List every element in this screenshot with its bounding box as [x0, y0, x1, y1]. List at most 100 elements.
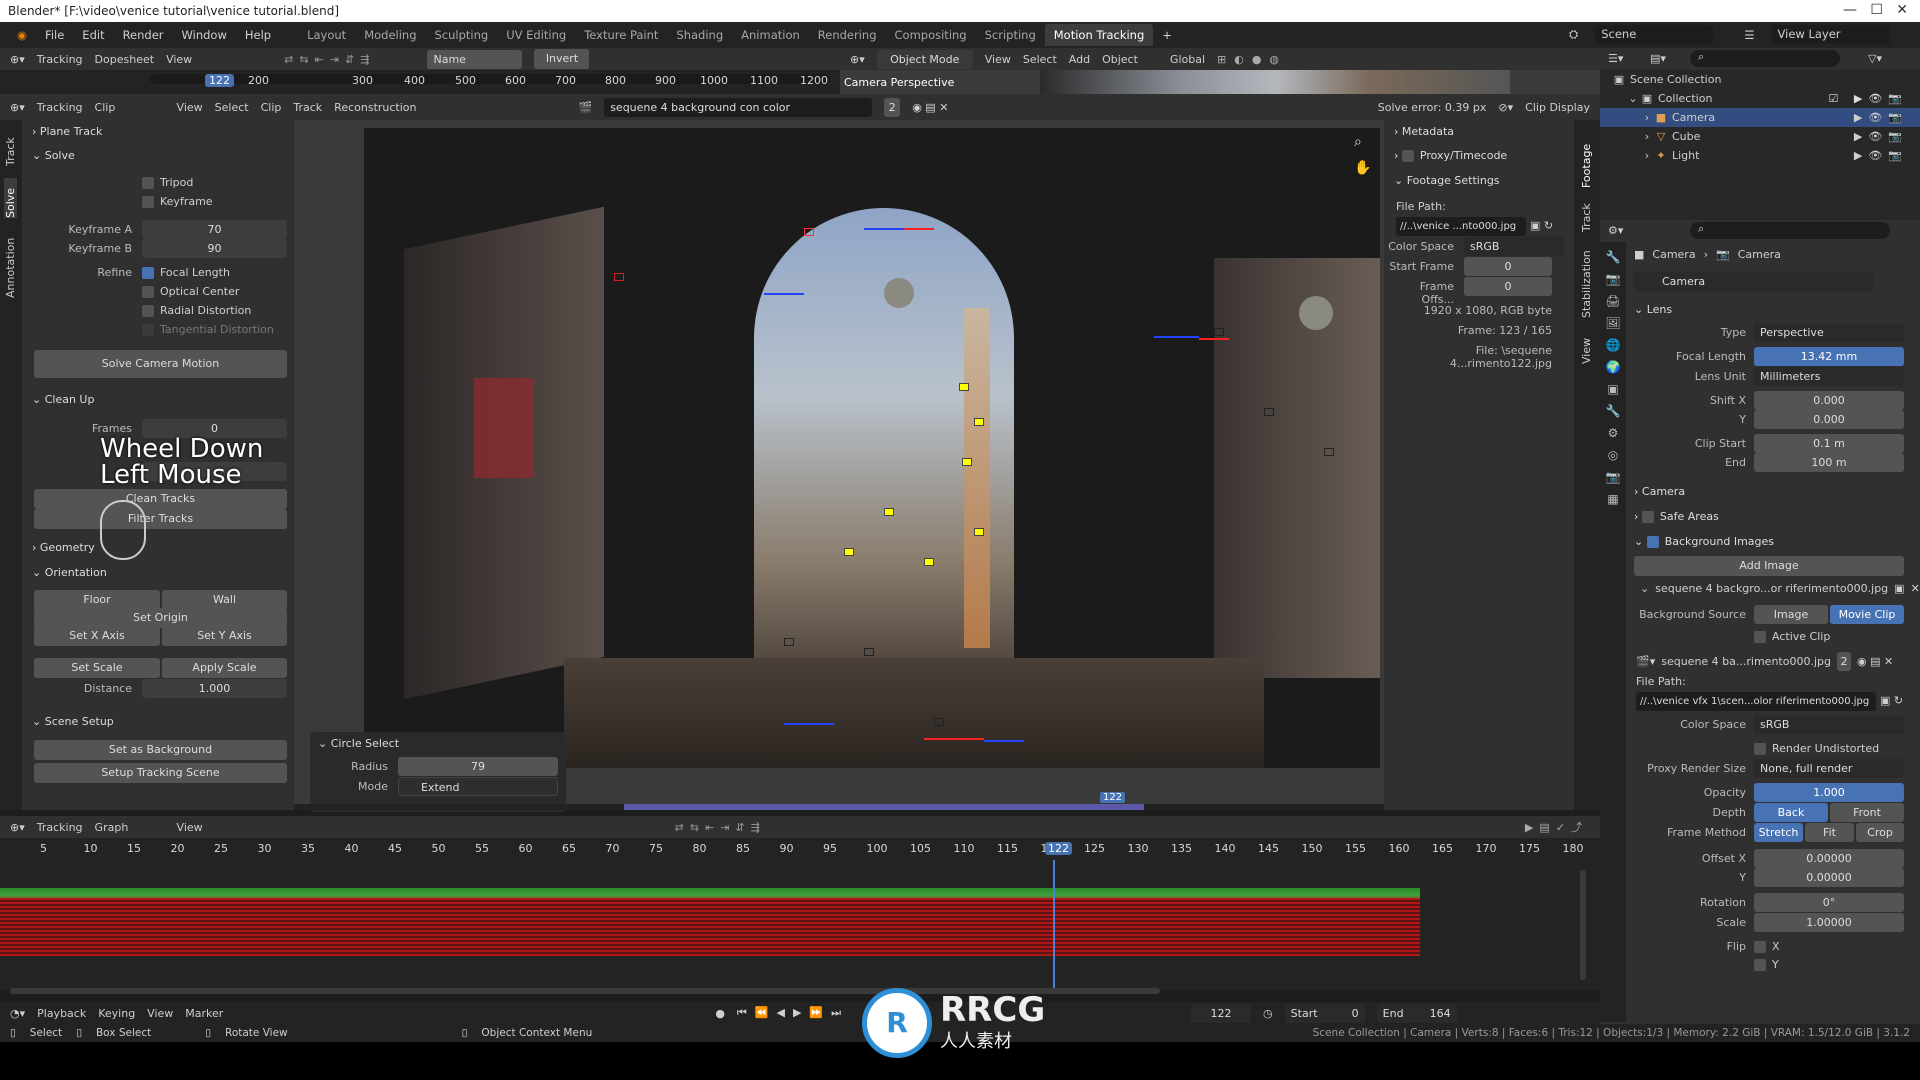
visibility-icons[interactable]: ▶👁📷 [1854, 108, 1908, 127]
flip-y-checkbox[interactable]: Y [1754, 958, 1779, 971]
editor-type-icon[interactable]: ⊕▾ [10, 101, 25, 114]
track-marker[interactable] [1214, 328, 1224, 336]
camera-datablock-field[interactable]: Camera [1634, 272, 1874, 291]
tracking-mode-dropdown[interactable]: Tracking [37, 821, 83, 834]
playback-controls-icons[interactable]: ⏮⏪◀▶⏩⏭ [737, 1006, 849, 1020]
viewport-camera-view[interactable]: Camera Perspective [840, 70, 1600, 94]
properties-search[interactable]: ⌕ [1690, 222, 1890, 239]
track-marker-selected[interactable] [959, 383, 969, 391]
track-marker[interactable] [1264, 408, 1274, 416]
geometry-panel-header[interactable]: › Geometry [32, 538, 95, 558]
checkbox-box[interactable] [142, 324, 154, 336]
clip-end-field[interactable]: 100 m [1754, 453, 1904, 472]
tab-uv-editing[interactable]: UV Editing [497, 28, 575, 42]
tab-track[interactable]: Track [4, 126, 17, 166]
clip-current-frame[interactable]: 122 [1100, 792, 1126, 803]
bg-source-movie-clip-button[interactable]: Movie Clip [1830, 605, 1904, 624]
tab-stabilization[interactable]: Stabilization [1580, 238, 1593, 318]
background-images-panel-header[interactable]: ⌄ Background Images [1634, 532, 1774, 552]
proxy-panel-header[interactable]: › Proxy/Timecode [1394, 146, 1507, 166]
depth-back-button[interactable]: Back [1754, 803, 1828, 822]
tab-track-sidebar[interactable]: Track [1580, 192, 1593, 232]
clip-start-field[interactable]: 0.1 m [1754, 434, 1904, 453]
bg-clip-selector[interactable]: 🎬▾ sequene 4 ba...rimento000.jpg 2 ◉ ▤ ✕ [1636, 652, 1893, 671]
marker-menu[interactable]: Marker [185, 1007, 223, 1020]
checkbox-box[interactable] [1646, 536, 1659, 548]
add-image-button[interactable]: Add Image [1634, 556, 1904, 576]
checkbox-box[interactable] [1754, 631, 1766, 643]
editor-type-icon[interactable]: ⊕▾ [10, 53, 25, 66]
track-marker-selected[interactable] [974, 418, 984, 426]
outliner-editor-icon[interactable]: ☰▾ [1608, 52, 1623, 65]
menu-edit[interactable]: Edit [73, 28, 113, 42]
tab-scripting[interactable]: Scripting [976, 28, 1045, 42]
folder-icon[interactable]: ▣ ↻ [1880, 694, 1903, 707]
circle-select-header[interactable]: ⌄ Circle Select [318, 734, 399, 754]
graph-display-icons[interactable]: ▶▤✓⤴ [1525, 819, 1588, 835]
checkbox-box[interactable] [1641, 511, 1654, 523]
outliner-item-cube[interactable]: › ▽ Cube ▶👁📷 [1600, 127, 1920, 146]
checkbox-box[interactable] [1754, 959, 1766, 971]
checkbox-box[interactable] [142, 196, 154, 208]
tab-rendering[interactable]: Rendering [809, 28, 886, 42]
sort-by-dropdown[interactable]: Name [427, 49, 523, 69]
viewport-view-menu[interactable]: View [985, 53, 1011, 66]
viewport-add-menu[interactable]: Add [1069, 53, 1090, 66]
clip-reconstruction-menu[interactable]: Reconstruction [334, 101, 416, 114]
keyframe-checkbox[interactable]: Keyframe [142, 195, 213, 208]
filter-icon[interactable]: ▽▾ [1868, 52, 1882, 65]
visibility-icons[interactable]: ▶👁📷 [1854, 127, 1908, 146]
chevron-right-icon[interactable]: › [1640, 149, 1654, 163]
optical-center-checkbox[interactable]: Optical Center [142, 285, 239, 298]
tab-sculpting[interactable]: Sculpting [426, 28, 498, 42]
viewport-select-menu[interactable]: Select [1023, 53, 1057, 66]
clip-actions-icons[interactable]: ◉ ▤ ✕ [912, 101, 948, 114]
clip-name-field[interactable]: sequene 4 background con color riferimen… [604, 97, 873, 133]
keyframe-a-field[interactable]: 70 [142, 220, 287, 239]
window-controls[interactable]: — ☐ ✕ [1843, 2, 1908, 18]
outliner-scene-collection[interactable]: ▣ Scene Collection [1600, 70, 1920, 89]
frame-method-crop-button[interactable]: Crop [1856, 823, 1904, 842]
link-icon[interactable]: ⊘▾ [1498, 101, 1513, 114]
keying-menu[interactable]: Keying [98, 1007, 135, 1020]
clip-view-dropdown[interactable]: Clip [95, 101, 165, 114]
render-undistorted-checkbox[interactable]: Render Undistorted [1754, 742, 1879, 755]
mode-dropdown[interactable]: Extend [398, 777, 558, 796]
checkbox-box[interactable] [142, 286, 154, 298]
outliner-search[interactable]: ⌕ [1690, 50, 1840, 67]
proxy-render-size-dropdown[interactable]: None, full render [1754, 759, 1904, 778]
bg-color-space-dropdown[interactable]: sRGB [1754, 715, 1904, 734]
setup-tracking-scene-button[interactable]: Setup Tracking Scene [34, 763, 287, 783]
floor-button[interactable]: Floor [34, 590, 160, 610]
clip-frame-strip[interactable] [294, 804, 1384, 810]
depth-front-button[interactable]: Front [1830, 803, 1904, 822]
clip-clip-menu[interactable]: Clip [261, 101, 282, 114]
graph-current-frame[interactable]: 122 [1045, 842, 1072, 855]
checkbox-box[interactable] [142, 267, 154, 279]
menu-help[interactable]: Help [236, 28, 280, 42]
color-space-dropdown[interactable]: sRGB [1464, 237, 1564, 256]
active-clip-checkbox[interactable]: Active Clip [1754, 630, 1830, 643]
graph-view-menu[interactable]: View [177, 821, 203, 834]
apply-scale-button[interactable]: Apply Scale [162, 658, 287, 678]
tracking-mode-dropdown[interactable]: Tracking [37, 101, 83, 114]
focal-length-checkbox[interactable]: Focal Length [142, 266, 230, 279]
bg-file-path-field[interactable]: //..\venice vfx 1\scen...olor riferiment… [1636, 692, 1876, 711]
dopesheet-current-frame[interactable]: 122 [205, 74, 234, 87]
viewport-object-menu[interactable]: Object [1102, 53, 1138, 66]
shift-x-field[interactable]: 0.000 [1754, 391, 1904, 410]
wall-button[interactable]: Wall [162, 590, 287, 610]
orientation-panel-header[interactable]: ⌄ Orientation [32, 563, 107, 583]
menu-window[interactable]: Window [173, 28, 236, 42]
timeline-editor-icon[interactable]: ◔▾ [10, 1007, 25, 1020]
checkbox-box[interactable] [1401, 150, 1414, 162]
clip-users-count[interactable]: 2 [1836, 652, 1851, 671]
track-marker-selected[interactable] [924, 558, 934, 566]
graph-tool-icons[interactable]: ⇄⇆⇤⇥⇵⇶ [675, 821, 766, 834]
file-path-field[interactable]: //..\venice ...nto000.jpg [1396, 217, 1526, 236]
tab-view[interactable]: View [1580, 324, 1593, 364]
dopesheet-view-menu[interactable]: View [166, 53, 192, 66]
menu-file[interactable]: File [36, 28, 73, 42]
checkbox-box[interactable] [142, 177, 154, 189]
rotation-field[interactable]: 0° [1754, 893, 1904, 912]
